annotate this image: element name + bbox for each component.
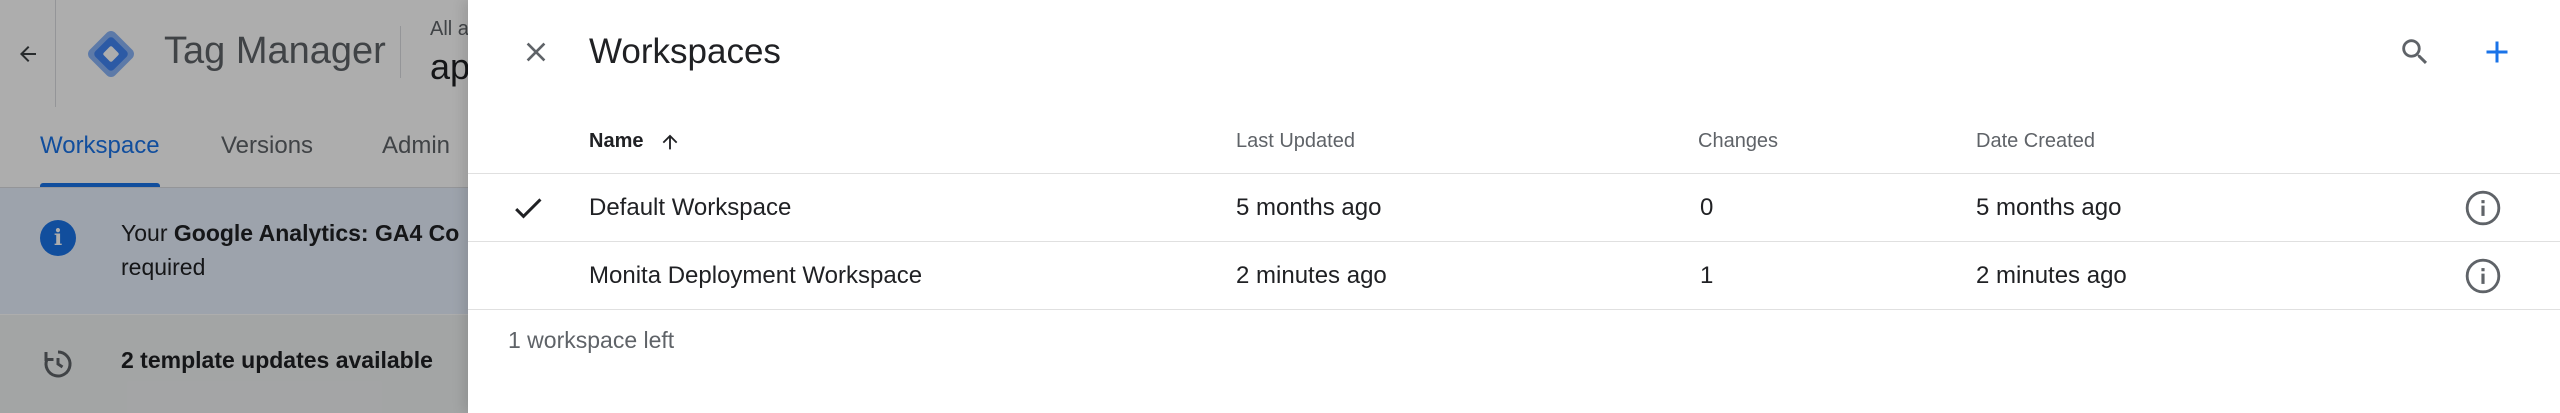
workspace-changes: 1 bbox=[1700, 262, 1714, 289]
workspace-changes: 0 bbox=[1700, 194, 1714, 221]
column-date-created-header[interactable]: Date Created bbox=[1976, 120, 2095, 173]
table-row[interactable]: Monita Deployment Workspace 2 minutes ag… bbox=[468, 242, 2560, 310]
check-icon bbox=[515, 198, 542, 219]
add-workspace-button[interactable] bbox=[2473, 28, 2521, 76]
table-row[interactable]: Default Workspace 5 months ago 0 5 month… bbox=[468, 174, 2560, 242]
workspaces-panel: Workspaces Name Last Updated Changes Dat… bbox=[468, 0, 2560, 413]
arrow-up-icon bbox=[662, 134, 678, 150]
workspace-name: Default Workspace bbox=[589, 194, 792, 221]
table-header: Name Last Updated Changes Date Created bbox=[468, 120, 2560, 174]
workspaces-left-text: 1 workspace left bbox=[508, 327, 675, 353]
search-icon bbox=[2402, 39, 2428, 65]
column-name-label: Name bbox=[589, 130, 644, 152]
column-name-header[interactable]: Name bbox=[589, 120, 681, 173]
workspace-last-updated: 5 months ago bbox=[1236, 194, 1382, 221]
info-outline-icon[interactable] bbox=[2464, 189, 2502, 227]
workspace-date-created: 2 minutes ago bbox=[1976, 262, 2127, 289]
close-icon bbox=[526, 42, 546, 62]
column-changes-header[interactable]: Changes bbox=[1698, 120, 1778, 173]
workspace-date-created: 5 months ago bbox=[1976, 194, 2122, 221]
background-page: Tag Manager All a ap Workspace Versions … bbox=[0, 0, 468, 413]
workspace-name: Monita Deployment Workspace bbox=[589, 262, 923, 289]
modal-scrim[interactable] bbox=[0, 0, 468, 413]
workspace-last-updated: 2 minutes ago bbox=[1236, 262, 1387, 289]
close-button[interactable] bbox=[512, 28, 560, 76]
search-button[interactable] bbox=[2391, 28, 2439, 76]
add-icon bbox=[2486, 41, 2508, 63]
info-outline-icon[interactable] bbox=[2464, 257, 2502, 295]
panel-title: Workspaces bbox=[589, 32, 781, 71]
column-last-updated-header[interactable]: Last Updated bbox=[1236, 120, 1355, 173]
